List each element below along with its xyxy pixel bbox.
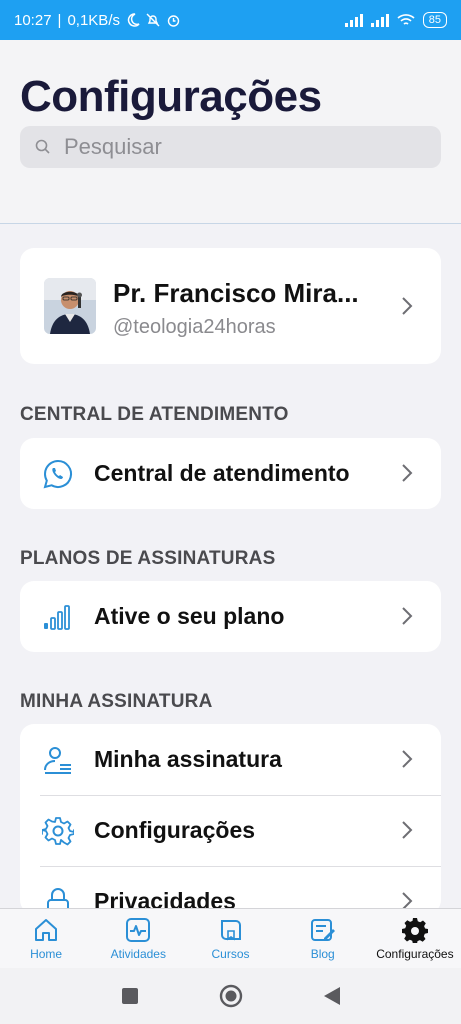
chevron-right-icon (402, 297, 413, 315)
activity-icon (126, 918, 151, 942)
minha-assinatura-label: Minha assinatura (94, 746, 282, 772)
profile-card[interactable]: Pr. Francisco Mira... @teologia24horas (20, 248, 441, 364)
tab-blog[interactable]: Blog (277, 909, 369, 968)
tab-home[interactable]: Home (0, 909, 92, 968)
central-atendimento-item[interactable]: Central de atendimento (20, 438, 441, 509)
tab-atividades-label: Atividades (110, 947, 166, 961)
back-button[interactable] (323, 986, 341, 1006)
whatsapp-icon (43, 459, 73, 489)
blog-icon (310, 919, 335, 941)
gear-icon (42, 817, 74, 846)
central-card: Central de atendimento (20, 438, 441, 509)
tab-home-label: Home (30, 947, 63, 961)
user-list-icon (44, 747, 71, 774)
minha-assinatura-item[interactable]: Minha assinatura (20, 724, 441, 795)
configuracoes-item[interactable]: Configurações (20, 795, 441, 866)
avatar (44, 278, 96, 334)
page-title: Configurações (20, 72, 322, 121)
profile-handle: @teologia24horas (113, 316, 276, 338)
tab-configuracoes[interactable]: Configurações (369, 909, 461, 968)
wifi-icon (397, 14, 415, 25)
privacidades-item[interactable]: Privacidades (20, 866, 441, 914)
tab-cursos[interactable]: Cursos (184, 909, 276, 968)
planos-card: Ative o seu plano (20, 581, 441, 652)
home-button[interactable] (219, 984, 243, 1008)
chevron-right-icon (402, 750, 413, 768)
moon-icon (127, 13, 140, 27)
status-time: 10:27 (14, 11, 52, 29)
chevron-right-icon (402, 607, 413, 625)
section-title-minha: MINHA ASSINATURA (20, 691, 213, 712)
signal-bars-icon (44, 605, 70, 630)
tab-atividades[interactable]: Atividades (92, 909, 184, 968)
signal-icon-2 (370, 13, 389, 27)
profile-name: Pr. Francisco Mira... (113, 278, 359, 308)
search-icon (35, 139, 50, 154)
home-icon (35, 919, 58, 941)
status-speed: 0,1KB/s (67, 11, 120, 29)
recents-button[interactable] (121, 987, 139, 1005)
tab-cursos-label: Cursos (211, 947, 250, 961)
ative-plano-item[interactable]: Ative o seu plano (20, 581, 441, 652)
bell-off-icon (146, 13, 160, 27)
alarm-icon (167, 14, 180, 27)
tab-configuracoes-label: Configurações (376, 947, 454, 961)
section-title-central: CENTRAL DE ATENDIMENTO (20, 404, 289, 425)
minha-card: Minha assinatura Configurações Privacida… (20, 724, 441, 914)
search-input[interactable] (64, 134, 404, 160)
configuracoes-label: Configurações (94, 817, 256, 843)
gear-icon (401, 918, 428, 943)
battery-indicator: 85 (422, 12, 447, 28)
signal-icon (344, 13, 363, 27)
tab-blog-label: Blog (310, 947, 335, 961)
section-title-planos: PLANOS DE ASSINATURAS (20, 548, 276, 569)
tab-bar: Home Atividades Cursos Blog Configuraçõe… (0, 908, 461, 968)
central-atendimento-label: Central de atendimento (94, 460, 350, 486)
book-icon (220, 920, 241, 941)
chevron-right-icon (402, 464, 413, 482)
ative-plano-label: Ative o seu plano (94, 603, 285, 629)
system-nav-bar (0, 968, 461, 1024)
chevron-right-icon (402, 821, 413, 839)
search-bar[interactable] (20, 126, 441, 168)
status-bar: 10:27 | 0,1KB/s 85 (0, 0, 461, 40)
